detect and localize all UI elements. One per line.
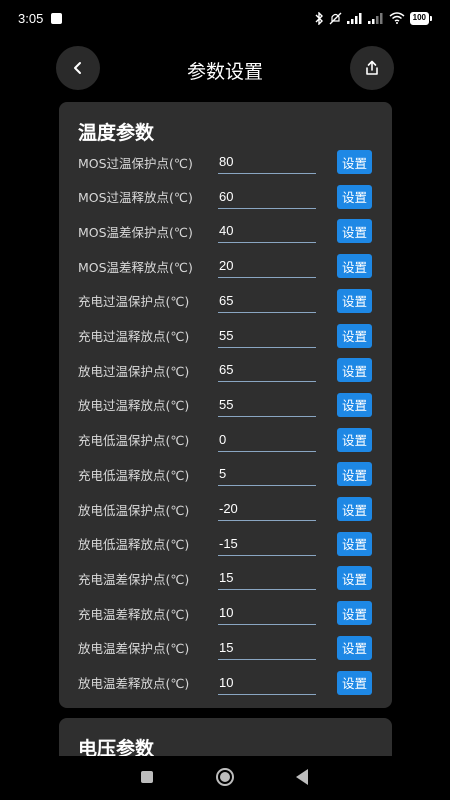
set-button[interactable]: 设置 [337, 531, 372, 556]
param-value-input[interactable]: 65 [218, 358, 316, 383]
param-value-input[interactable]: 15 [218, 566, 316, 591]
param-label: 放电温差释放点(℃) [78, 676, 190, 691]
param-value-input[interactable]: 5 [218, 462, 316, 487]
set-button[interactable]: 设置 [337, 358, 372, 383]
set-button[interactable]: 设置 [337, 392, 372, 417]
param-value-input[interactable]: 40 [218, 219, 316, 244]
param-label: MOS温差保护点(℃) [78, 224, 193, 240]
system-back-button[interactable] [296, 769, 308, 785]
param-value-input[interactable]: -15 [218, 532, 316, 556]
param-label: 充电温差保护点(℃) [78, 571, 190, 587]
param-label: 放电过温保护点(℃) [78, 363, 190, 379]
param-label: 放电温差保护点(℃) [78, 641, 190, 657]
param-row: MOS温差释放点(℃) 20 设置 [59, 251, 392, 281]
wifi-icon [389, 12, 405, 24]
param-row: 放电温差释放点(℃) 10 设置 [59, 668, 392, 698]
param-label: 放电低温保护点(℃) [78, 502, 190, 518]
share-button[interactable] [350, 46, 394, 90]
set-button[interactable]: 设置 [337, 219, 372, 244]
param-value-input[interactable]: 80 [218, 150, 316, 174]
set-button[interactable]: 设置 [337, 462, 372, 487]
param-label: 充电低温释放点(℃) [78, 467, 190, 483]
param-label: 充电温差释放点(℃) [78, 606, 190, 622]
signal-icon-2 [367, 12, 383, 24]
param-value-input[interactable]: 10 [218, 671, 316, 695]
param-value-input[interactable]: 65 [218, 289, 316, 313]
param-row: MOS过温释放点(℃) 60 设置 [59, 182, 392, 212]
param-row: 放电低温释放点(℃) -15 设置 [59, 529, 392, 559]
param-value-input[interactable]: 15 [218, 636, 316, 660]
param-label: 充电过温保护点(℃) [78, 294, 190, 310]
set-button[interactable]: 设置 [337, 254, 372, 279]
param-row: 充电过温释放点(℃) 55 设置 [59, 321, 392, 351]
set-button[interactable]: 设置 [337, 670, 372, 695]
param-row: 充电过温保护点(℃) 65 设置 [59, 286, 392, 316]
param-row: 充电温差保护点(℃) 15 设置 [59, 563, 392, 593]
param-row: 放电低温保护点(℃) -20 设置 [59, 494, 392, 524]
param-row: 放电过温保护点(℃) 65 设置 [59, 355, 392, 385]
param-label: 充电过温释放点(℃) [78, 329, 190, 344]
temperature-params-card: 温度参数 MOS过温保护点(℃) 80 设置 MOS过温释放点(℃) 60 设置 MOS温差… [59, 102, 392, 708]
section-title: 温度参数 [78, 122, 155, 144]
set-button[interactable]: 设置 [337, 427, 372, 452]
param-label: MOS温差释放点(℃) [78, 259, 193, 275]
param-value-input[interactable]: 60 [218, 185, 316, 209]
home-button[interactable] [216, 768, 234, 786]
param-row: MOS过温保护点(℃) 80 设置 [59, 147, 392, 177]
set-button[interactable]: 设置 [337, 601, 372, 626]
bluetooth-icon [315, 11, 323, 25]
param-label: MOS过温释放点(℃) [78, 190, 193, 206]
param-label: 充电低温保护点(℃) [78, 433, 190, 449]
share-upload-icon [366, 60, 378, 75]
param-value-input[interactable]: 20 [218, 254, 316, 279]
set-button[interactable]: 设置 [337, 635, 372, 660]
param-row: 充电温差释放点(℃) 10 设置 [59, 598, 392, 628]
battery-level: 100 [409, 11, 429, 25]
param-row: 充电低温释放点(℃) 5 设置 [59, 459, 392, 489]
param-row: 充电低温保护点(℃) 0 设置 [59, 425, 392, 455]
mute-icon [329, 12, 342, 24]
battery-icon: 100 [409, 11, 432, 25]
param-value-input[interactable]: -20 [218, 497, 316, 521]
app-header: 参数设置 [0, 46, 450, 94]
signal-icon-1 [346, 12, 362, 24]
param-value-input[interactable]: 10 [218, 601, 316, 626]
status-bar: 3:05 100 [0, 0, 450, 36]
status-time: 3:05 [18, 10, 44, 26]
param-label: MOS过温保护点(℃) [78, 155, 193, 171]
system-nav-bar [0, 756, 450, 800]
chevron-left-icon [74, 62, 81, 74]
recents-button[interactable] [141, 771, 153, 783]
set-button[interactable]: 设置 [337, 323, 372, 348]
param-label: 放电低温释放点(℃) [78, 537, 190, 553]
param-value-input[interactable]: 0 [218, 428, 316, 452]
set-button[interactable]: 设置 [337, 184, 372, 209]
back-button[interactable] [56, 46, 100, 90]
notification-icon [51, 12, 63, 24]
param-row: 放电过温释放点(℃) 55 设置 [59, 390, 392, 420]
param-row: 放电温差保护点(℃) 15 设置 [59, 633, 392, 663]
param-row: MOS温差保护点(℃) 40 设置 [59, 216, 392, 246]
param-label: 放电过温释放点(℃) [78, 398, 190, 414]
set-button[interactable]: 设置 [337, 566, 372, 591]
page-title: 参数设置 [186, 60, 263, 83]
param-value-input[interactable]: 55 [218, 393, 316, 417]
set-button[interactable]: 设置 [337, 497, 372, 521]
param-value-input[interactable]: 55 [218, 324, 316, 348]
set-button[interactable]: 设置 [337, 150, 372, 174]
set-button[interactable]: 设置 [337, 288, 372, 313]
